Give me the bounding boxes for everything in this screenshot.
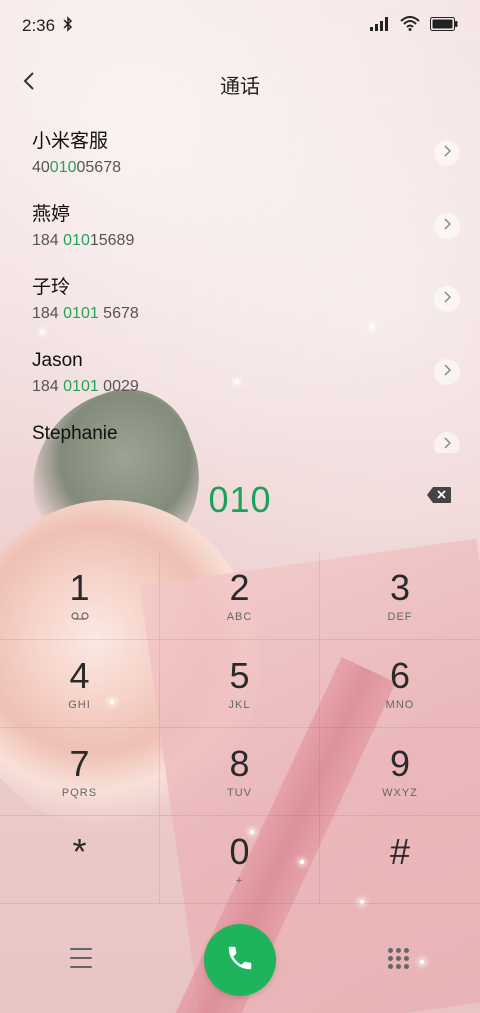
status-time: 2:36 [22,16,56,35]
key-8[interactable]: 8 TUV [160,728,320,816]
call-button[interactable] [204,924,276,996]
contact-item[interactable]: Stephanie [0,410,480,453]
key-digit: 0 [229,830,250,872]
key-3[interactable]: 3 DEF [320,552,480,640]
signal-icon [370,16,390,36]
bottom-bar [0,920,480,1000]
key-4[interactable]: 4 GHI [0,640,160,728]
chevron-left-icon [22,71,36,96]
contact-item[interactable]: 小米客服 4001005678 [0,118,480,191]
contact-number: 184 01015689 [32,232,135,249]
key-digit: 5 [229,654,250,696]
key-1[interactable]: 1 [0,552,160,640]
contact-item[interactable]: 子玲 184 0101 5678 [0,264,480,337]
dialpad-icon[interactable] [388,948,410,970]
key-2[interactable]: 2 ABC [160,552,320,640]
key-hash[interactable]: # [320,816,480,904]
key-6[interactable]: 6 MNO [320,640,480,728]
chevron-right-icon [443,363,452,381]
chevron-right-icon [443,290,452,308]
battery-icon [430,16,458,36]
chevron-right-icon [443,436,452,453]
contact-item[interactable]: Jason 184 0101 0029 [0,337,480,410]
delete-button[interactable] [426,486,452,504]
key-letters: JKL [228,698,251,711]
contact-detail-button[interactable] [434,140,460,166]
key-0[interactable]: 0 + [160,816,320,904]
key-digit: 7 [69,742,90,784]
contact-name: 燕婷 [32,204,71,225]
dialed-number[interactable]: 010 [208,479,271,521]
status-bar: 2:36 [0,0,480,52]
chevron-right-icon [443,144,452,162]
contact-name: 小米客服 [32,131,109,152]
phone-icon [225,943,255,978]
key-letters: + [235,874,244,887]
key-5[interactable]: 5 JKL [160,640,320,728]
key-7[interactable]: 7 PQRS [0,728,160,816]
key-letters: ABC [226,610,253,623]
contact-number: 4001005678 [32,159,121,176]
backspace-icon [426,487,452,508]
key-letters: PQRS [61,786,98,799]
key-digit: * [72,830,87,872]
contact-name: 子玲 [32,277,71,298]
key-letters: DEF [387,610,413,623]
chevron-right-icon [443,217,452,235]
key-digit: 8 [229,742,250,784]
contact-detail-button[interactable] [434,432,460,453]
key-digit: # [389,830,411,872]
key-letters: WXYZ [382,786,418,799]
menu-icon[interactable] [70,948,92,968]
wifi-icon [400,16,420,36]
contact-name: Jason [32,350,83,371]
contact-detail-button[interactable] [434,286,460,312]
key-star[interactable]: * [0,816,160,904]
voicemail-icon [70,611,89,623]
contact-number: 184 0101 5678 [32,305,139,322]
key-9[interactable]: 9 WXYZ [320,728,480,816]
contact-number: 184 0101 0029 [32,378,139,395]
contact-name: Stephanie [32,423,118,444]
key-digit: 1 [69,566,90,608]
contact-detail-button[interactable] [434,213,460,239]
page-title: 通话 [220,75,260,98]
key-digit: 2 [229,566,250,608]
key-letters: GHI [68,698,91,711]
contact-list: 小米客服 4001005678 燕婷 184 01015689 子玲 184 0… [0,118,480,453]
key-digit: 3 [389,566,411,608]
contact-detail-button[interactable] [434,359,460,385]
page-header: 通话 [0,58,480,110]
key-letters: TUV [227,786,252,799]
key-letters: MNO [385,698,415,711]
bluetooth-icon [63,15,73,37]
dial-display: 010 [0,470,480,530]
key-digit: 9 [389,742,411,784]
back-button[interactable] [14,68,44,98]
key-digit: 6 [389,654,411,696]
key-digit: 4 [69,654,90,696]
contact-item[interactable]: 燕婷 184 01015689 [0,191,480,264]
dial-keypad: 1 2 ABC 3 DEF 4 GHI 5 JKL 6 MNO 7 PQRS 8… [0,552,480,904]
